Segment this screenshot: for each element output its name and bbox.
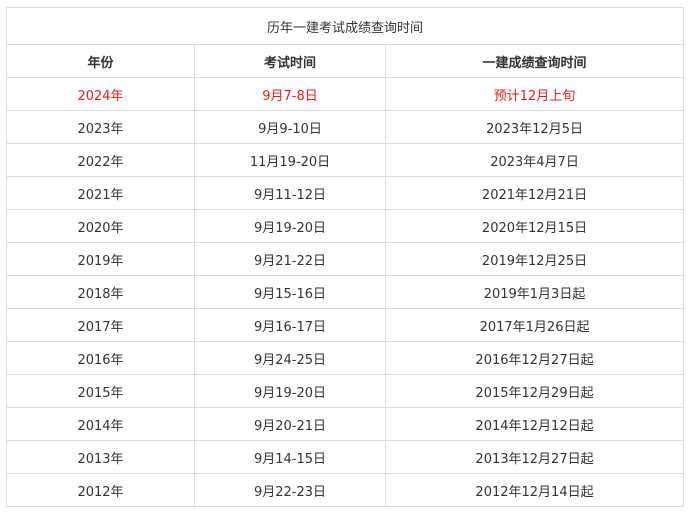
results-table-container: 历年一建考试成绩查询时间 年份 考试时间 一建成绩查询时间 2024年 9月7-8… [5,7,685,507]
cell-exam-time: 9月11-12日 [194,176,386,210]
cell-exam-time: 9月7-8日 [194,77,386,111]
exam-results-table: 历年一建考试成绩查询时间 年份 考试时间 一建成绩查询时间 2024年 9月7-8… [5,7,685,507]
cell-year: 2021年 [6,176,195,210]
table-body: 2024年 9月7-8日 预计12月上旬 2023年 9月9-10日 2023年12月5日… [6,77,685,507]
cell-year: 2012年 [6,473,195,507]
cell-result-time: 2016年12月27日起 [384,341,685,375]
cell-year: 2016年 [6,341,195,375]
table-row: 2015年 9月19-20日 2015年12月29日起 [6,374,685,408]
cell-result-time: 2020年12月15日 [384,209,685,243]
cell-exam-time: 9月20-21日 [194,407,386,441]
cell-result-time: 2019年12月25日 [384,242,685,276]
cell-exam-time: 9月19-20日 [194,374,386,408]
table-header-row: 年份 考试时间 一建成绩查询时间 [6,44,685,78]
cell-exam-time: 9月14-15日 [194,440,386,474]
cell-exam-time: 11月19-20日 [194,143,386,177]
cell-result-time: 2013年12月27日起 [384,440,685,474]
table-row: 2022年 11月19-20日 2023年4月7日 [6,143,685,177]
table-row: 2024年 9月7-8日 预计12月上旬 [6,77,685,111]
cell-year: 2017年 [6,308,195,342]
cell-result-time: 2014年12月12日起 [384,407,685,441]
table-row: 2020年 9月19-20日 2020年12月15日 [6,209,685,243]
table-title: 历年一建考试成绩查询时间 [5,7,685,45]
table-row: 2021年 9月11-12日 2021年12月21日 [6,176,685,210]
cell-result-time: 2015年12月29日起 [384,374,685,408]
cell-year: 2022年 [6,143,195,177]
table-row: 2014年 9月20-21日 2014年12月12日起 [6,407,685,441]
cell-result-time: 2021年12月21日 [384,176,685,210]
header-year: 年份 [6,44,195,78]
cell-result-time: 2012年12月14日起 [384,473,685,507]
cell-result-time: 2019年1月3日起 [384,275,685,309]
table-row: 2019年 9月21-22日 2019年12月25日 [6,242,685,276]
cell-result-time: 2023年4月7日 [384,143,685,177]
cell-exam-time: 9月19-20日 [194,209,386,243]
cell-exam-time: 9月15-16日 [194,275,386,309]
table-row: 2016年 9月24-25日 2016年12月27日起 [6,341,685,375]
cell-year: 2018年 [6,275,195,309]
cell-exam-time: 9月24-25日 [194,341,386,375]
cell-year: 2013年 [6,440,195,474]
cell-year: 2024年 [6,77,195,111]
cell-year: 2019年 [6,242,195,276]
cell-year: 2015年 [6,374,195,408]
cell-exam-time: 9月22-23日 [194,473,386,507]
cell-result-time: 2017年1月26日起 [384,308,685,342]
header-exam-time: 考试时间 [194,44,386,78]
table-row: 2013年 9月14-15日 2013年12月27日起 [6,440,685,474]
cell-exam-time: 9月16-17日 [194,308,386,342]
cell-result-time: 预计12月上旬 [384,77,685,111]
table-row: 2018年 9月15-16日 2019年1月3日起 [6,275,685,309]
table-row: 2017年 9月16-17日 2017年1月26日起 [6,308,685,342]
cell-exam-time: 9月21-22日 [194,242,386,276]
table-title-row: 历年一建考试成绩查询时间 [5,7,685,45]
table-row: 2023年 9月9-10日 2023年12月5日 [6,110,685,144]
header-result-time: 一建成绩查询时间 [384,44,685,78]
cell-exam-time: 9月9-10日 [194,110,386,144]
cell-year: 2023年 [6,110,195,144]
cell-year: 2020年 [6,209,195,243]
table-row: 2012年 9月22-23日 2012年12月14日起 [6,473,685,507]
cell-result-time: 2023年12月5日 [384,110,685,144]
cell-year: 2014年 [6,407,195,441]
